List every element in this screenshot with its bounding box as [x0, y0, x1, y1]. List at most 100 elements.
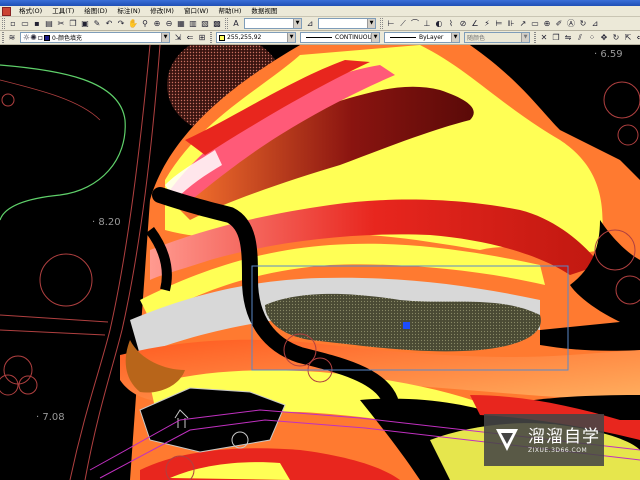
- make-current-layer-icon[interactable]: ⇲: [173, 33, 183, 43]
- dimension-update-icon[interactable]: ↻: [578, 19, 588, 29]
- zoom-previous-icon[interactable]: ⊖: [164, 19, 174, 29]
- watermark: 溜溜自学 ZIXUE.3D66.COM: [484, 414, 604, 466]
- arc-length-icon[interactable]: ⌒: [410, 19, 420, 29]
- lock-icon: ▫: [37, 32, 44, 42]
- array-icon[interactable]: ⁘: [587, 33, 597, 43]
- tolerance-icon[interactable]: ▭: [530, 19, 540, 29]
- toolbar-grip[interactable]: [210, 32, 212, 43]
- linetype-select[interactable]: CONTINUOUS ▼: [300, 32, 380, 43]
- toolbar-grip[interactable]: [225, 18, 228, 29]
- calculator-icon[interactable]: ▩: [212, 19, 222, 29]
- dimension-edit-icon[interactable]: ✐: [554, 19, 564, 29]
- open-file-icon[interactable]: ▭: [20, 19, 30, 29]
- properties-icon[interactable]: ▦: [176, 19, 186, 29]
- linetype-value: CONTINUOUS: [335, 34, 376, 41]
- redo-icon[interactable]: ↷: [116, 19, 126, 29]
- continue-dimension-icon[interactable]: ⊪: [506, 19, 516, 29]
- ordinate-dimension-icon[interactable]: ⊥: [422, 19, 432, 29]
- layer-state-icon[interactable]: ⊞: [197, 33, 207, 43]
- linear-dimension-icon[interactable]: ⊢: [386, 19, 396, 29]
- print-icon[interactable]: ▤: [44, 19, 54, 29]
- menu-tools[interactable]: 工具(T): [47, 6, 79, 17]
- layer-select[interactable]: ☼ ✺ ▫ 0-颜色填充 ▼: [20, 32, 170, 43]
- color-value: 255,255,92: [227, 34, 262, 41]
- watermark-logo-icon: [496, 429, 518, 451]
- new-file-icon[interactable]: ▫: [8, 19, 18, 29]
- chevron-down-icon[interactable]: ▼: [161, 33, 169, 42]
- text-style-icon: A: [233, 18, 239, 28]
- pan-icon[interactable]: ✋: [128, 19, 138, 29]
- chevron-down-icon[interactable]: ▼: [521, 33, 529, 42]
- toolbar-grip[interactable]: [534, 32, 536, 43]
- quick-dimension-icon[interactable]: ⚡: [482, 19, 492, 29]
- copy-icon[interactable]: ❐: [68, 19, 78, 29]
- toolbar-grip[interactable]: [380, 18, 383, 29]
- mirror-icon[interactable]: ⇋: [563, 33, 573, 43]
- elevation-label-2: · 8.20: [92, 217, 121, 228]
- move-icon[interactable]: ✥: [599, 33, 609, 43]
- watermark-url: ZIXUE.3D66.COM: [528, 446, 588, 454]
- text-style-select[interactable]: ▼: [244, 18, 302, 29]
- dim-style-icon: ⊿: [306, 18, 314, 28]
- menu-modify[interactable]: 修改(M): [145, 6, 179, 17]
- center-mark-icon[interactable]: ⊕: [542, 19, 552, 29]
- light-bulb-icon: ☼: [22, 32, 31, 42]
- tool-palette-icon[interactable]: ▧: [200, 19, 210, 29]
- layer-value: 0-颜色填充: [52, 35, 82, 42]
- toolbar-grip[interactable]: [2, 32, 4, 43]
- menu-data-view[interactable]: 数据视图: [246, 6, 282, 17]
- offset-icon[interactable]: ⫽: [575, 33, 585, 43]
- copy-object-icon[interactable]: ❐: [551, 33, 561, 43]
- undo-icon[interactable]: ↶: [104, 19, 114, 29]
- save-icon[interactable]: ▪: [32, 19, 42, 29]
- color-select[interactable]: 255,255,92 ▼: [216, 32, 296, 43]
- dim-style-select[interactable]: ▼: [318, 18, 376, 29]
- elevation-label-1: · 6.59: [594, 49, 623, 60]
- chevron-down-icon[interactable]: ▼: [367, 19, 375, 28]
- plotstyle-value: 随颜色: [467, 35, 486, 42]
- leader-icon[interactable]: ↗: [518, 19, 528, 29]
- scale-icon[interactable]: ⇱: [623, 33, 633, 43]
- dimension-style-icon[interactable]: ⊿: [590, 19, 600, 29]
- lineweight-select[interactable]: ByLayer ▼: [384, 32, 460, 43]
- app-icon[interactable]: [2, 6, 11, 16]
- standard-toolbar: ▫ ▭ ▪ ▤ ✂ ❐ ▣ ✎ ↶ ↷ ✋ ⚲ ⊕ ⊖ ▦ ▥ ▧ ▩ A ▼ …: [0, 17, 640, 31]
- toolbar-grip[interactable]: [2, 18, 5, 29]
- watermark-brand: 溜溜自学: [528, 426, 600, 447]
- menu-window[interactable]: 窗口(W): [179, 6, 214, 17]
- chevron-down-icon[interactable]: ▼: [371, 33, 379, 42]
- match-properties-icon[interactable]: ✎: [92, 19, 102, 29]
- zoom-window-icon[interactable]: ⊕: [152, 19, 162, 29]
- aligned-dimension-icon[interactable]: ⟋: [398, 19, 408, 29]
- lineweight-preview: [390, 37, 416, 38]
- erase-icon[interactable]: ✕: [539, 33, 549, 43]
- stretch-icon[interactable]: ⇔: [635, 33, 640, 43]
- jogged-dimension-icon[interactable]: ⌇: [446, 19, 456, 29]
- menu-draw[interactable]: 绘图(D): [79, 6, 112, 17]
- cut-icon[interactable]: ✂: [56, 19, 66, 29]
- baseline-dimension-icon[interactable]: ⊨: [494, 19, 504, 29]
- chevron-down-icon[interactable]: ▼: [287, 33, 295, 42]
- plotstyle-select[interactable]: 随颜色 ▼: [464, 32, 530, 43]
- zoom-realtime-icon[interactable]: ⚲: [140, 19, 150, 29]
- paste-icon[interactable]: ▣: [80, 19, 90, 29]
- dimension-text-edit-icon[interactable]: Ⓐ: [566, 19, 576, 29]
- chevron-down-icon[interactable]: ▼: [451, 33, 459, 42]
- rotate-icon[interactable]: ↻: [611, 33, 621, 43]
- layer-manager-icon[interactable]: ≋: [7, 33, 17, 43]
- grip-point[interactable]: [403, 322, 410, 329]
- diameter-dimension-icon[interactable]: ⊘: [458, 19, 468, 29]
- layer-color-swatch: [44, 34, 50, 41]
- layer-previous-icon[interactable]: ⇐: [185, 33, 195, 43]
- angular-dimension-icon[interactable]: ∠: [470, 19, 480, 29]
- sun-icon: ✺: [30, 32, 37, 42]
- menu-dimension[interactable]: 标注(N): [112, 6, 145, 17]
- color-swatch: [219, 34, 225, 41]
- menu-help[interactable]: 帮助(H): [213, 6, 246, 17]
- drawing-canvas[interactable]: · 6.59 · 8.20 · 7.08 溜溜自学 ZIXUE.3D66.COM: [0, 45, 640, 480]
- elevation-label-3: · 7.08: [36, 412, 65, 423]
- design-center-icon[interactable]: ▥: [188, 19, 198, 29]
- radius-dimension-icon[interactable]: ◐: [434, 19, 444, 29]
- chevron-down-icon[interactable]: ▼: [293, 19, 301, 28]
- menu-format[interactable]: 格式(O): [14, 6, 47, 17]
